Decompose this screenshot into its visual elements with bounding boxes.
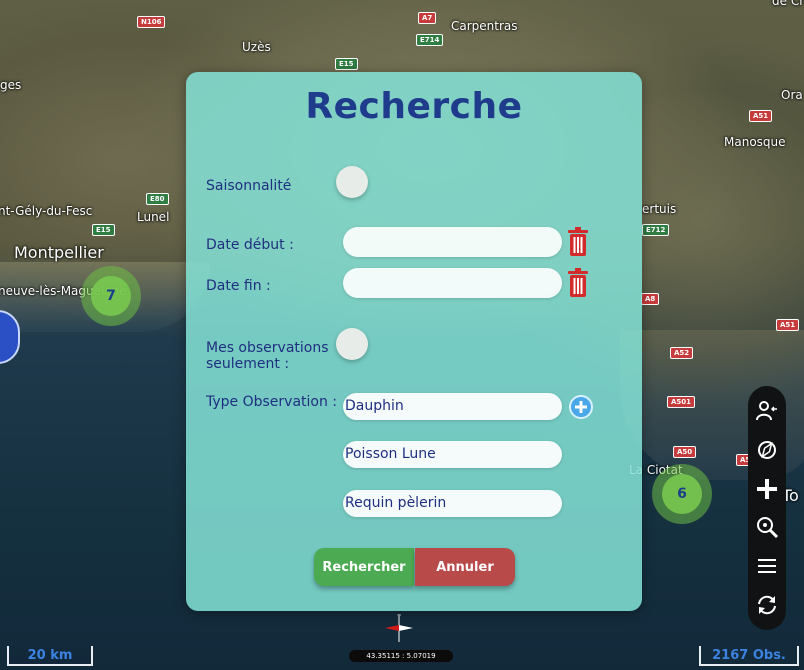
compass-icon[interactable]: = [379,612,419,648]
road-badge: E15 [335,58,358,70]
menu-icon[interactable] [752,551,782,581]
road-badge: A8 [641,293,660,305]
town-label: Uzès [242,40,271,54]
clear-start-date-icon[interactable] [567,227,589,257]
town-label: ges [0,78,22,92]
road-badge: A51 [749,110,773,122]
scale-bar: 20 km [7,646,93,666]
town-label: nt-Gély-du-Fesc [0,204,93,218]
observation-cluster[interactable]: 6 [652,464,712,524]
seasonality-toggle[interactable] [336,166,368,198]
road-badge: N106 [137,16,166,28]
road-badge: E714 [416,34,444,46]
add-type-button[interactable] [569,395,593,419]
svg-text:=: = [397,613,401,619]
town-label: Lunel [137,210,170,224]
compass-rose-icon[interactable] [752,435,782,465]
observation-type-select[interactable]: Requin pèlerin [343,490,562,517]
road-badge: A52 [670,347,694,359]
road-badge: A501 [667,396,696,408]
map-toolbar [748,386,786,630]
town-label: ertuis [642,202,677,216]
top-right-control[interactable] [760,0,790,14]
start-date-label: Date début : [206,237,294,253]
observation-cluster[interactable]: 7 [81,266,141,326]
observation-type-select[interactable]: Poisson Lune [343,441,562,468]
road-badge: E80 [146,193,169,205]
seasonality-label: Saisonnalité [206,178,292,194]
refresh-icon[interactable] [752,590,782,620]
town-label: Manosque [724,135,786,149]
user-follow-icon[interactable] [752,396,782,426]
observation-count: 2167 Obs. [699,646,799,666]
my-observations-label: Mes observations seulement : [206,340,329,372]
town-label: Montpellier [14,243,104,262]
observation-type-select[interactable]: Dauphin [343,393,562,420]
search-button[interactable]: Rechercher [314,548,414,586]
my-observations-toggle[interactable] [336,328,368,360]
my-observations-label-line2: seulement : [206,356,290,372]
cluster-count: 7 [91,276,131,316]
town-label: Ora [781,88,803,102]
my-observations-label-line1: Mes observations [206,340,329,356]
end-date-label: Date fin : [206,278,271,294]
plus-circle-icon [575,401,587,413]
zoom-search-icon[interactable] [752,512,782,542]
road-badge: A51 [776,319,800,331]
road-badge: E712 [642,224,670,236]
cluster-count: 6 [662,474,702,514]
end-date-field[interactable] [343,268,562,298]
town-label: Carpentras [451,19,518,33]
cancel-button[interactable]: Annuler [415,548,515,586]
road-badge: A50 [673,446,697,458]
start-date-field[interactable] [343,227,562,257]
search-dialog: Recherche Saisonnalité Date début : Date… [186,72,642,611]
clear-end-date-icon[interactable] [567,268,589,298]
road-badge: E15 [92,224,115,236]
coordinates-readout: 43.35115 : 5.07019 [349,650,453,662]
plus-icon[interactable] [752,474,782,504]
road-badge: A7 [418,12,437,24]
dialog-title: Recherche [305,86,523,127]
observation-type-label: Type Observation : [206,394,338,410]
